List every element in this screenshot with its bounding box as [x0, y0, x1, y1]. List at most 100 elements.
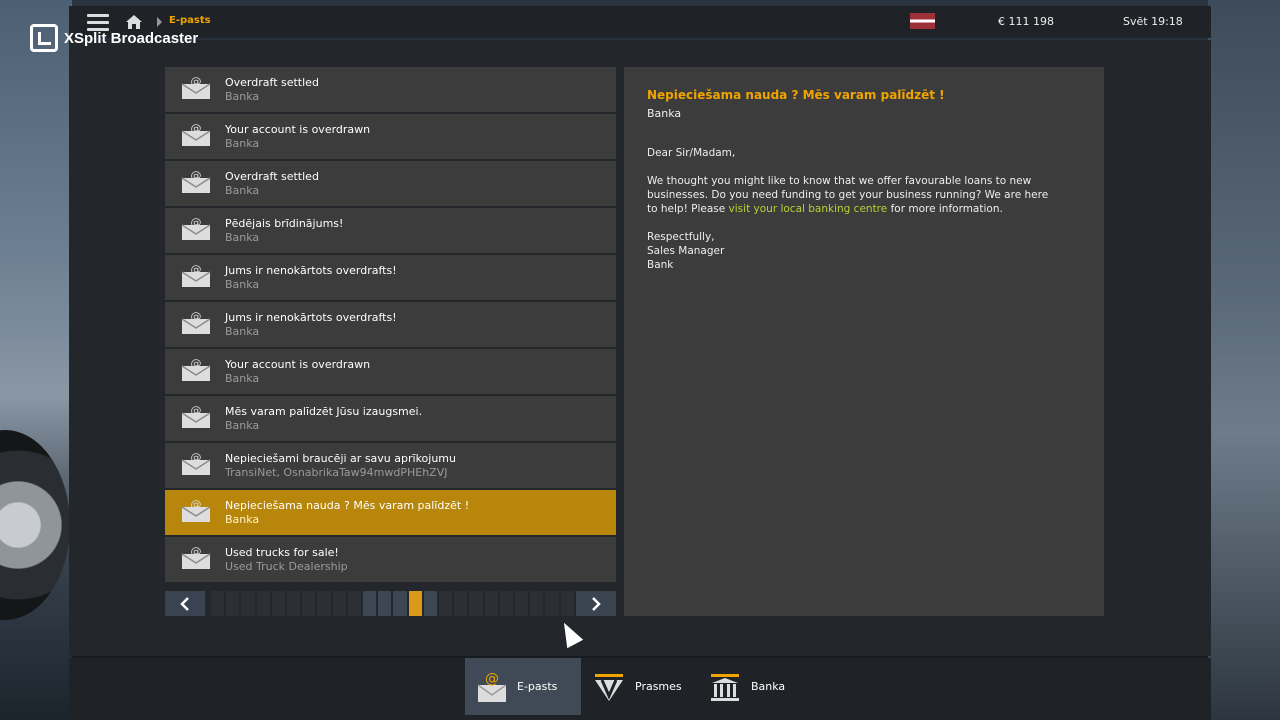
- mail-subject: Used trucks for sale!: [225, 546, 339, 559]
- sign-line-1: Respectfully,: [647, 231, 715, 243]
- mail-list-item[interactable]: @ Pēdējais brīdinājums! Banka: [165, 208, 616, 253]
- mail-list-item[interactable]: @ Nepieciešama nauda ? Mēs varam palīdzēt…: [165, 490, 616, 535]
- svg-text:@: @: [191, 218, 202, 229]
- page-indicator[interactable]: [256, 591, 270, 616]
- mail-list-item[interactable]: @ Jums ir nenokārtots overdrafts! Banka: [165, 255, 616, 300]
- top-bar: E-pasts € 111 198 Svēt 19:18: [69, 6, 1211, 38]
- page-indicator[interactable]: [454, 591, 468, 616]
- tab-bank[interactable]: Banka: [697, 658, 807, 715]
- page-indicator[interactable]: [499, 591, 514, 616]
- envelope-icon: @: [181, 406, 211, 428]
- page-indicator[interactable]: [287, 591, 301, 616]
- tab-skills-label: Prasmes: [635, 680, 682, 693]
- page-indicators: [205, 591, 576, 616]
- svg-text:@: @: [191, 312, 202, 323]
- mail-list-item[interactable]: @ Overdraft settled Banka: [165, 67, 616, 112]
- mail-sender: TransiNet, OsnabrikaTaw94mwdPHEhZVJ: [225, 466, 448, 479]
- mail-sender: Banka: [225, 90, 260, 103]
- page-indicator[interactable]: [347, 591, 362, 616]
- svg-text:@: @: [191, 124, 202, 135]
- page-indicator[interactable]: [484, 591, 498, 616]
- reader-sender: Banka: [647, 107, 682, 120]
- mail-list-item[interactable]: @ Mēs varam palīdzēt Jūsu izaugsmei. Banka: [165, 396, 616, 441]
- reader-greeting: Dear Sir/Madam,: [647, 147, 736, 159]
- mail-sender: Banka: [225, 325, 260, 338]
- tab-email-label: E-pasts: [517, 680, 558, 693]
- mail-sender: Banka: [225, 513, 260, 526]
- page-indicator[interactable]: [317, 591, 331, 616]
- page-indicator[interactable]: [515, 591, 529, 616]
- mail-sender: Banka: [225, 372, 260, 385]
- chevron-right-icon: [592, 596, 601, 611]
- envelope-icon: @: [181, 312, 211, 334]
- envelope-icon: @: [181, 453, 211, 475]
- mail-list-item[interactable]: @ Jums ir nenokārtots overdrafts! Banka: [165, 302, 616, 347]
- svg-text:@: @: [191, 171, 202, 182]
- envelope-icon: @: [181, 265, 211, 287]
- mail-subject: Your account is overdrawn: [225, 123, 371, 136]
- xsplit-brand: XSplit Broadcaster: [64, 29, 199, 47]
- bank-icon: [711, 673, 739, 701]
- sign-line-3: Bank: [647, 259, 674, 271]
- reader-subject: Nepieciešama nauda ? Mēs varam palīdzēt …: [647, 88, 945, 102]
- mail-list-item[interactable]: @ Your account is overdrawn Banka: [165, 349, 616, 394]
- page-indicator[interactable]: [363, 591, 377, 616]
- page-indicator[interactable]: [545, 591, 559, 616]
- page-indicator[interactable]: [439, 591, 453, 616]
- skills-icon: [595, 673, 623, 701]
- page-indicator[interactable]: [241, 591, 255, 616]
- mail-sender: Banka: [225, 278, 260, 291]
- mail-list-item[interactable]: @ Used trucks for sale! Used Truck Dealers…: [165, 537, 616, 582]
- mail-subject: Overdraft settled: [225, 170, 319, 183]
- page-indicator[interactable]: [211, 591, 225, 616]
- envelope-icon: @: [181, 171, 211, 193]
- tab-email[interactable]: @ E-pasts: [465, 658, 581, 715]
- game-clock: Svēt 19:18: [1123, 15, 1183, 28]
- mail-sender: Banka: [225, 231, 260, 244]
- reader-paragraph: We thought you might like to know that w…: [647, 174, 1057, 216]
- banking-centre-link[interactable]: visit your local banking centre: [729, 203, 888, 215]
- xsplit-logo-icon: [30, 24, 58, 52]
- svg-text:@: @: [191, 265, 202, 276]
- mail-list-item[interactable]: @ Overdraft settled Banka: [165, 161, 616, 206]
- mail-subject: Jums ir nenokārtots overdrafts!: [225, 264, 397, 277]
- mail-list: @ Overdraft settled Banka @ Your account is …: [165, 67, 616, 584]
- envelope-icon: @: [181, 359, 211, 381]
- envelope-icon: @: [181, 500, 211, 522]
- page-indicator[interactable]: [393, 591, 407, 616]
- svg-text:@: @: [191, 77, 202, 88]
- mail-list-item[interactable]: @ Your account is overdrawn Banka: [165, 114, 616, 159]
- page-indicator[interactable]: [302, 591, 316, 616]
- pagination: [165, 591, 616, 616]
- mail-reader: Nepieciešama nauda ? Mēs varam palīdzēt …: [624, 67, 1104, 616]
- page-indicator[interactable]: [332, 591, 346, 616]
- svg-text:@: @: [191, 453, 202, 464]
- page-indicator-current[interactable]: [408, 591, 422, 616]
- reader-body: Dear Sir/Madam, We thought you might lik…: [647, 146, 1057, 286]
- bottom-bar: @ E-pasts Prasmes Banka: [69, 658, 1211, 720]
- page-indicator[interactable]: [423, 591, 438, 616]
- page-indicator[interactable]: [469, 591, 483, 616]
- mail-sender: Banka: [225, 184, 260, 197]
- page-indicator[interactable]: [378, 591, 392, 616]
- mail-subject: Mēs varam palīdzēt Jūsu izaugsmei.: [225, 405, 423, 418]
- page-indicator[interactable]: [271, 591, 286, 616]
- mail-list-item[interactable]: @ Nepieciešami braucēji ar savu aprīkojum…: [165, 443, 616, 488]
- mail-sender: Banka: [225, 137, 260, 150]
- tab-bank-label: Banka: [751, 680, 786, 693]
- envelope-icon: @: [181, 77, 211, 99]
- mail-sender: Banka: [225, 419, 260, 432]
- mail-sender: Used Truck Dealership: [225, 560, 348, 573]
- page-indicator[interactable]: [530, 591, 544, 616]
- svg-text:@: @: [191, 406, 202, 417]
- page-indicator[interactable]: [560, 591, 574, 616]
- mail-subject: Jums ir nenokārtots overdrafts!: [225, 311, 397, 324]
- reader-signature: Respectfully, Sales Manager Bank: [647, 230, 1057, 272]
- svg-text:@: @: [191, 500, 202, 511]
- prev-page-button[interactable]: [165, 591, 205, 616]
- mail-subject: Your account is overdrawn: [225, 358, 371, 371]
- next-page-button[interactable]: [576, 591, 616, 616]
- tab-skills[interactable]: Prasmes: [581, 658, 699, 715]
- svg-text:@: @: [485, 671, 499, 687]
- page-indicator[interactable]: [226, 591, 240, 616]
